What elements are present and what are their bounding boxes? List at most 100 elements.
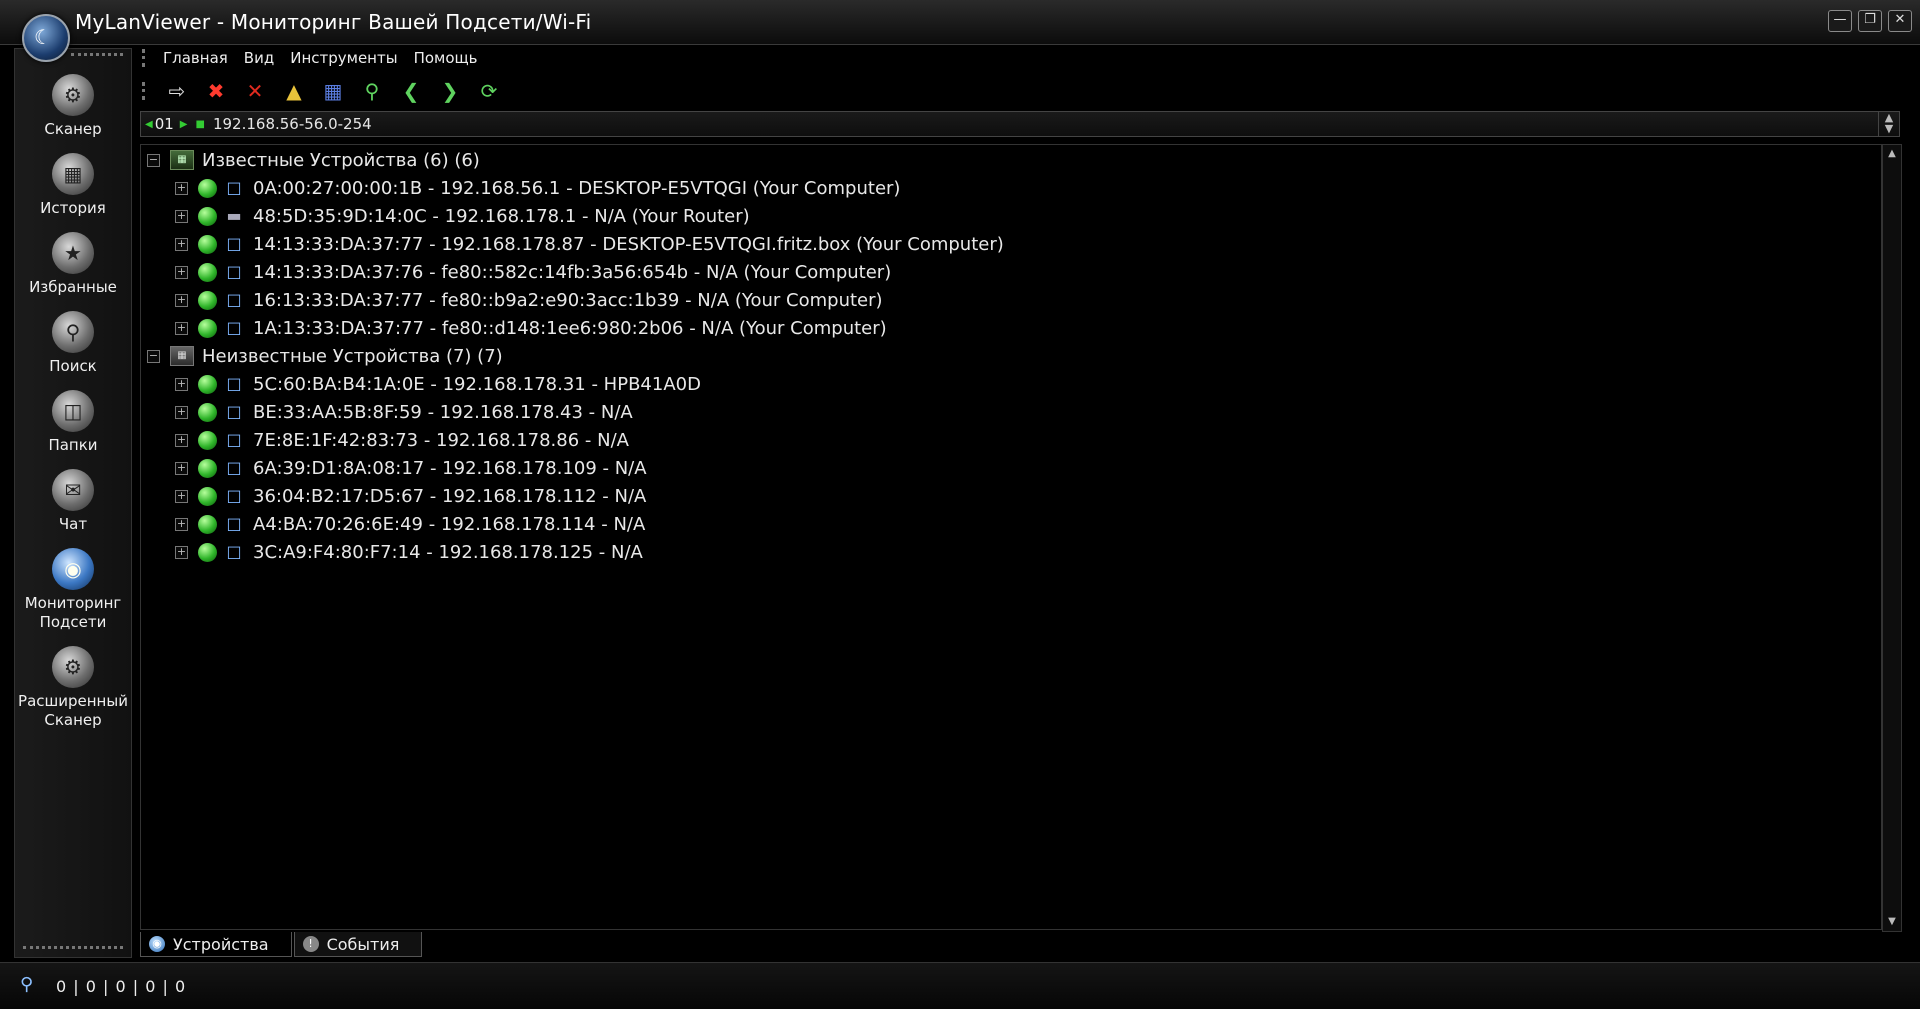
back-icon[interactable]: ❮ (397, 77, 425, 105)
menu-view[interactable]: Вид (244, 49, 274, 67)
online-status-icon (198, 178, 217, 198)
forward-icon[interactable]: ❯ (436, 77, 464, 105)
device-row[interactable]: + □ 36:04:B2:17:D5:67 - 192.168.178.112 … (175, 483, 646, 509)
tab-events[interactable]: ! События (293, 932, 423, 957)
device-row[interactable]: + □ 0A:00:27:00:00:1B - 192.168.56.1 - D… (175, 175, 900, 201)
minimize-button[interactable]: — (1828, 10, 1852, 32)
tab-label: Устройства (173, 934, 269, 954)
toolbar: ⇨ ✖ ✕ ▲ ▦ ⚲ ❮ ❯ ⟳ (142, 76, 514, 106)
computer-icon: □ (226, 262, 242, 281)
save-icon[interactable]: ▦ (319, 77, 347, 105)
sidebar-item-scanner[interactable]: ⚙ Сканер (15, 74, 131, 139)
close-button[interactable]: ✕ (1888, 10, 1912, 32)
menu-tools[interactable]: Инструменты (290, 49, 397, 67)
export-icon[interactable]: ⇨ (163, 77, 191, 105)
sidebar-item-label: Мониторинг Подсети (24, 594, 122, 631)
expand-icon[interactable]: + (175, 461, 188, 475)
menu-home[interactable]: Главная (163, 49, 228, 67)
device-row[interactable]: + □ 7E:8E:1F:42:83:73 - 192.168.178.86 -… (175, 427, 629, 453)
tree-scrollbar[interactable]: ▲ ▼ (1882, 144, 1902, 932)
sidebar: ⚙ Сканер ▦ История ★ Избранные ⚲ Поиск ◫… (14, 48, 132, 958)
device-row[interactable]: + □ 5C:60:BA:B4:1A:0E - 192.168.178.31 -… (175, 371, 701, 397)
computer-icon: □ (226, 318, 242, 337)
device-row[interactable]: + □ 1A:13:33:DA:37:77 - fe80::d148:1ee6:… (175, 315, 887, 341)
sidebar-item-chat[interactable]: ✉ Чат (15, 469, 131, 534)
expand-icon[interactable]: + (175, 181, 188, 195)
open-folder-icon[interactable]: ▲ (280, 77, 308, 105)
computer-icon: □ (226, 234, 242, 253)
expand-icon[interactable]: + (175, 377, 188, 391)
view-tabs: ◉ Устройства ! События (140, 932, 424, 958)
device-row[interactable]: + □ 14:13:33:DA:37:76 - fe80::582c:14fb:… (175, 259, 891, 285)
online-status-icon (198, 290, 217, 310)
sidebar-grip-bottom (23, 946, 123, 953)
online-status-icon (198, 402, 217, 422)
collapse-icon[interactable]: − (147, 153, 160, 167)
device-row[interactable]: + □ 3C:A9:F4:80:F7:14 - 192.168.178.125 … (175, 539, 643, 565)
computer-icon: □ (226, 458, 242, 477)
sidebar-item-label: Папки (48, 436, 98, 454)
menu-grip (142, 49, 149, 67)
expand-icon[interactable]: + (175, 237, 188, 251)
events-tab-icon: ! (302, 936, 319, 952)
sidebar-item-favorites[interactable]: ★ Избранные (15, 232, 131, 297)
sidebar-item-label: Избранные (29, 278, 117, 296)
online-status-icon (198, 318, 217, 338)
expand-icon[interactable]: + (175, 433, 188, 447)
online-status-icon (198, 206, 217, 226)
app-menu-orb-icon[interactable]: ☾ (22, 14, 70, 62)
range-status-icon: ■ (195, 118, 205, 130)
known-devices-group-icon: ▦ (170, 150, 194, 170)
router-icon: ▬ (226, 206, 242, 225)
tree-group-unknown[interactable]: − ▦ Неизвестные Устройства (7) (7) (147, 343, 503, 369)
expand-icon[interactable]: + (175, 293, 188, 307)
computer-icon: □ (226, 514, 242, 533)
ip-range-bar[interactable]: ◀ 01 ▶ ■ 192.168.56-56.0-254 ▲ ▼ (140, 111, 1900, 137)
menu-bar: Главная Вид Инструменты Помощь (142, 46, 493, 70)
refresh-icon[interactable]: ⟳ (475, 77, 503, 105)
sidebar-item-search[interactable]: ⚲ Поиск (15, 311, 131, 376)
menu-help[interactable]: Помощь (414, 49, 478, 67)
computer-icon: □ (226, 178, 242, 197)
scroll-down-icon[interactable]: ▼ (1883, 913, 1901, 931)
scroll-up-icon[interactable]: ▲ (1883, 145, 1901, 163)
find-icon[interactable]: ⚲ (358, 77, 386, 105)
sidebar-item-history[interactable]: ▦ История (15, 153, 131, 218)
sidebar-item-label: Поиск (49, 357, 97, 375)
expand-icon[interactable]: + (175, 405, 188, 419)
collapse-icon[interactable]: − (147, 349, 160, 363)
next-range-icon[interactable]: ▶ (180, 119, 188, 130)
device-label: 36:04:B2:17:D5:67 - 192.168.178.112 - N/… (253, 485, 647, 507)
device-row[interactable]: + □ 6A:39:D1:8A:08:17 - 192.168.178.109 … (175, 455, 647, 481)
stop-icon[interactable]: ✖ (202, 77, 230, 105)
device-label: 14:13:33:DA:37:76 - fe80::582c:14fb:3a56… (253, 261, 892, 283)
device-row[interactable]: + ▬ 48:5D:35:9D:14:0C - 192.168.178.1 - … (175, 203, 750, 229)
device-row[interactable]: + □ 14:13:33:DA:37:77 - 192.168.178.87 -… (175, 231, 1004, 257)
prev-range-icon[interactable]: ◀ (145, 119, 153, 130)
expand-icon[interactable]: + (175, 209, 188, 223)
folders-icon: ◫ (52, 390, 94, 432)
range-spinner[interactable]: ▲ ▼ (1878, 112, 1899, 136)
device-label: 1A:13:33:DA:37:77 - fe80::d148:1ee6:980:… (253, 317, 887, 339)
expand-icon[interactable]: + (175, 545, 188, 559)
devices-tab-icon: ◉ (149, 936, 165, 952)
sidebar-item-subnet-monitoring[interactable]: ◉ Мониторинг Подсети (15, 548, 131, 632)
group-label: Известные Устройства (6) (6) (202, 149, 480, 171)
computer-icon: □ (226, 374, 242, 393)
device-row[interactable]: + □ 16:13:33:DA:37:77 - fe80::b9a2:e90:3… (175, 287, 883, 313)
delete-icon[interactable]: ✕ (241, 77, 269, 105)
expand-icon[interactable]: + (175, 489, 188, 503)
scanner-icon: ⚙ (52, 74, 94, 116)
device-row[interactable]: + □ BE:33:AA:5B:8F:59 - 192.168.178.43 -… (175, 399, 633, 425)
sidebar-item-folders[interactable]: ◫ Папки (15, 390, 131, 455)
tab-devices[interactable]: ◉ Устройства (140, 932, 292, 957)
expand-icon[interactable]: + (175, 321, 188, 335)
unknown-devices-group-icon: ▦ (170, 346, 194, 366)
window-controls: — ❐ ✕ (1828, 10, 1912, 32)
restore-button[interactable]: ❐ (1858, 10, 1882, 32)
sidebar-item-advanced-scanner[interactable]: ⚙ Расширенный Сканер (15, 646, 131, 730)
device-row[interactable]: + □ A4:BA:70:26:6E:49 - 192.168.178.114 … (175, 511, 645, 537)
expand-icon[interactable]: + (175, 517, 188, 531)
expand-icon[interactable]: + (175, 265, 188, 279)
tree-group-known[interactable]: − ▦ Известные Устройства (6) (6) (147, 147, 480, 173)
